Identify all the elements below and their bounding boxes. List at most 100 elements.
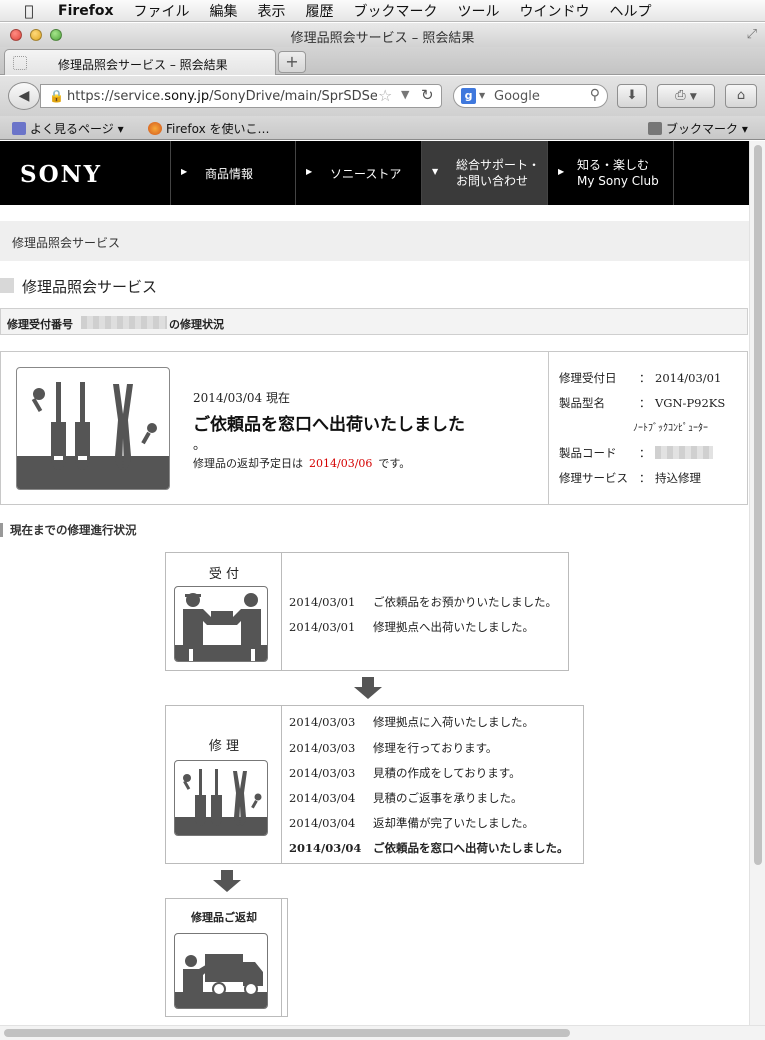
step-label: 受 付 <box>208 567 240 582</box>
menu-help[interactable]: ヘルプ <box>610 1 652 21</box>
info-repair-service: 修理サービス：持込修理 <box>559 471 701 485</box>
info-model-name: 製品型名： VGN-P92KS <box>559 396 726 410</box>
progress-step-return: 修理品ご返却 <box>165 898 288 1017</box>
breadcrumb: 修理品照会サービス <box>0 221 749 261</box>
log-entry: 2014/03/04 返却準備が完了いたしました。 <box>289 816 534 830</box>
repair-id-redacted <box>81 316 167 329</box>
nav-arrow-icon: ▶ <box>558 167 565 176</box>
delivery-truck-icon <box>174 933 268 1009</box>
section-marker <box>0 523 3 537</box>
nav-my-sony-club[interactable]: ▶ 知る・楽しむ My Sony Club <box>547 141 674 205</box>
tab-bar: 修理品照会サービス – 照会結果 + <box>0 47 765 75</box>
repair-id-suffix: の修理状況 <box>169 318 224 331</box>
search-input[interactable]: Google <box>494 89 540 104</box>
lock-icon: 🔒 <box>49 89 64 103</box>
bookmark-star-icon[interactable]: ☆ <box>378 86 392 105</box>
repair-id-bar: 修理受付番号 の修理状況 <box>0 308 748 335</box>
menu-window[interactable]: ウインドウ <box>520 1 590 21</box>
navigation-toolbar: ◀ 🔒 https://service.sony.jp/SonyDrive/ma… <box>0 76 765 116</box>
nav-products[interactable]: ▶ 商品情報 <box>170 141 295 205</box>
tools-icon <box>16 367 170 490</box>
nav-arrow-down-icon: ▼ <box>432 167 439 176</box>
tab-label: 修理品照会サービス – 照会結果 <box>58 58 228 72</box>
nav-arrow-icon: ▶ <box>181 167 188 176</box>
bookmark-firefox-getting-started[interactable]: Firefox を使いこ… <box>148 120 270 137</box>
status-headline: ご依頼品を窓口へ出荷いたしました <box>193 415 465 435</box>
window-title: 修理品照会サービス – 照会結果 <box>290 31 475 46</box>
firefox-icon <box>148 122 162 135</box>
log-entry: 2014/03/03 修理拠点に入荷いたしました。 <box>289 715 534 729</box>
bookmarks-toolbar: よく見るページ ▾ Firefox を使いこ… ブックマーク ▾ <box>0 116 765 140</box>
log-entry: 2014/03/03 見積の作成をしております。 <box>289 766 521 780</box>
download-button[interactable]: ⬇ <box>617 84 647 108</box>
log-entry: 2014/03/01 修理拠点へ出荷いたしました。 <box>289 620 534 634</box>
vertical-scrollbar[interactable] <box>749 141 765 1025</box>
apple-menu-icon[interactable]:  <box>18 2 40 20</box>
step-left-cell: 受 付 <box>166 553 282 670</box>
print-dropdown-icon[interactable]: ▼ <box>690 92 697 102</box>
info-received-date: 修理受付日： 2014/03/01 <box>559 371 722 385</box>
status-as-of: 2014/03/04 現在 <box>193 391 290 405</box>
return-date: 2014/03/06 <box>309 457 373 470</box>
title-marker <box>0 278 14 293</box>
menu-history[interactable]: 履歴 <box>306 1 334 21</box>
step-left-cell: 修理品ご返却 <box>166 899 282 1016</box>
print-icon: ⎙ <box>675 88 686 103</box>
horizontal-scrollbar[interactable] <box>0 1025 765 1040</box>
log-entry: 2014/03/03 修理を行っております。 <box>289 741 498 755</box>
home-button[interactable]: ⌂ <box>725 84 757 108</box>
search-box[interactable]: g ▼ Google ⚲ <box>453 84 608 108</box>
step-arrow-down-icon <box>354 677 382 699</box>
google-icon[interactable]: g <box>461 88 476 104</box>
nav-arrow-icon: ▶ <box>306 167 313 176</box>
page-content: SONY ▶ 商品情報 ▶ ソニーストア ▼ 総合サポート・ お問い合わせ ▶ 知… <box>0 141 749 1025</box>
new-tab-button[interactable]: + <box>278 51 306 73</box>
tab-active[interactable]: 修理品照会サービス – 照会結果 <box>4 49 276 75</box>
reload-icon[interactable]: ↻ <box>421 86 434 104</box>
horizontal-scrollbar-thumb[interactable] <box>4 1029 570 1037</box>
menu-tools[interactable]: ツール <box>458 1 500 21</box>
bookmark-most-visited[interactable]: よく見るページ ▾ <box>12 120 124 137</box>
info-product-code: 製品コード： <box>559 445 713 461</box>
nav-sony-store[interactable]: ▶ ソニーストア <box>295 141 421 205</box>
log-entry-current: 2014/03/04 ご依頼品を窓口へ出荷いたしました。 <box>289 841 569 855</box>
handover-icon <box>174 586 268 662</box>
step-label: 修理品ご返却 <box>191 911 257 924</box>
repair-id-label: 修理受付番号 <box>7 318 73 331</box>
log-entry: 2014/03/01 ご依頼品をお預かりいたしました。 <box>289 595 557 609</box>
breadcrumb-label: 修理品照会サービス <box>12 236 121 250</box>
bookmarks-menu-button[interactable]: ブックマーク ▾ <box>648 120 748 137</box>
menu-bookmarks[interactable]: ブックマーク <box>354 1 438 21</box>
progress-step-reception: 受 付 2014/03/01 ご依頼品をお預かりいたしました。 2014/03/… <box>165 552 569 671</box>
tools-icon <box>174 760 268 836</box>
sony-logo[interactable]: SONY <box>20 161 102 188</box>
info-model-type: ﾉｰﾄﾌﾞｯｸｺﾝﾋﾟｭｰﾀｰ <box>633 423 708 434</box>
menu-app-name[interactable]: Firefox <box>58 3 114 19</box>
panel-divider <box>548 352 549 504</box>
step-label: 修 理 <box>208 739 240 754</box>
print-button[interactable]: ⎙ ▼ <box>657 84 715 108</box>
step-arrow-down-icon <box>213 870 241 892</box>
window-titlebar: 修理品照会サービス – 照会結果 ⤢ <box>0 23 765 47</box>
fullscreen-icon[interactable]: ⤢ <box>747 27 757 42</box>
vertical-scrollbar-thumb[interactable] <box>754 145 762 865</box>
step-left-cell: 修 理 <box>166 706 282 863</box>
search-icon[interactable]: ⚲ <box>590 87 600 103</box>
return-date-line: 修理品の返却予定日は 2014/03/06 です。 <box>193 457 411 470</box>
menu-view[interactable]: 表示 <box>258 1 286 21</box>
menu-edit[interactable]: 編集 <box>210 1 238 21</box>
status-headline-tail: 。 <box>193 438 207 453</box>
product-code-redacted <box>655 446 713 459</box>
mac-menubar:  Firefox ファイル 編集 表示 履歴 ブックマーク ツール ウインドウ… <box>0 0 765 22</box>
url-bar[interactable]: 🔒 https://service.sony.jp/SonyDrive/main… <box>40 84 442 108</box>
search-engine-dropdown-icon[interactable]: ▼ <box>479 91 485 100</box>
bookmarks-star-icon <box>648 122 662 135</box>
back-button[interactable]: ◀ <box>8 82 40 110</box>
repair-status-panel: 2014/03/04 現在 ご依頼品を窓口へ出荷いたしました 。 修理品の返却予… <box>0 351 748 505</box>
page-favicon-icon <box>13 56 27 70</box>
url-history-dropdown-icon[interactable]: ▼ <box>401 88 409 101</box>
menu-file[interactable]: ファイル <box>134 1 190 21</box>
nav-support[interactable]: ▼ 総合サポート・ お問い合わせ <box>421 141 547 205</box>
url-text[interactable]: https://service.sony.jp/SonyDrive/main/S… <box>67 89 377 104</box>
bookmark-folder-icon <box>12 122 26 135</box>
